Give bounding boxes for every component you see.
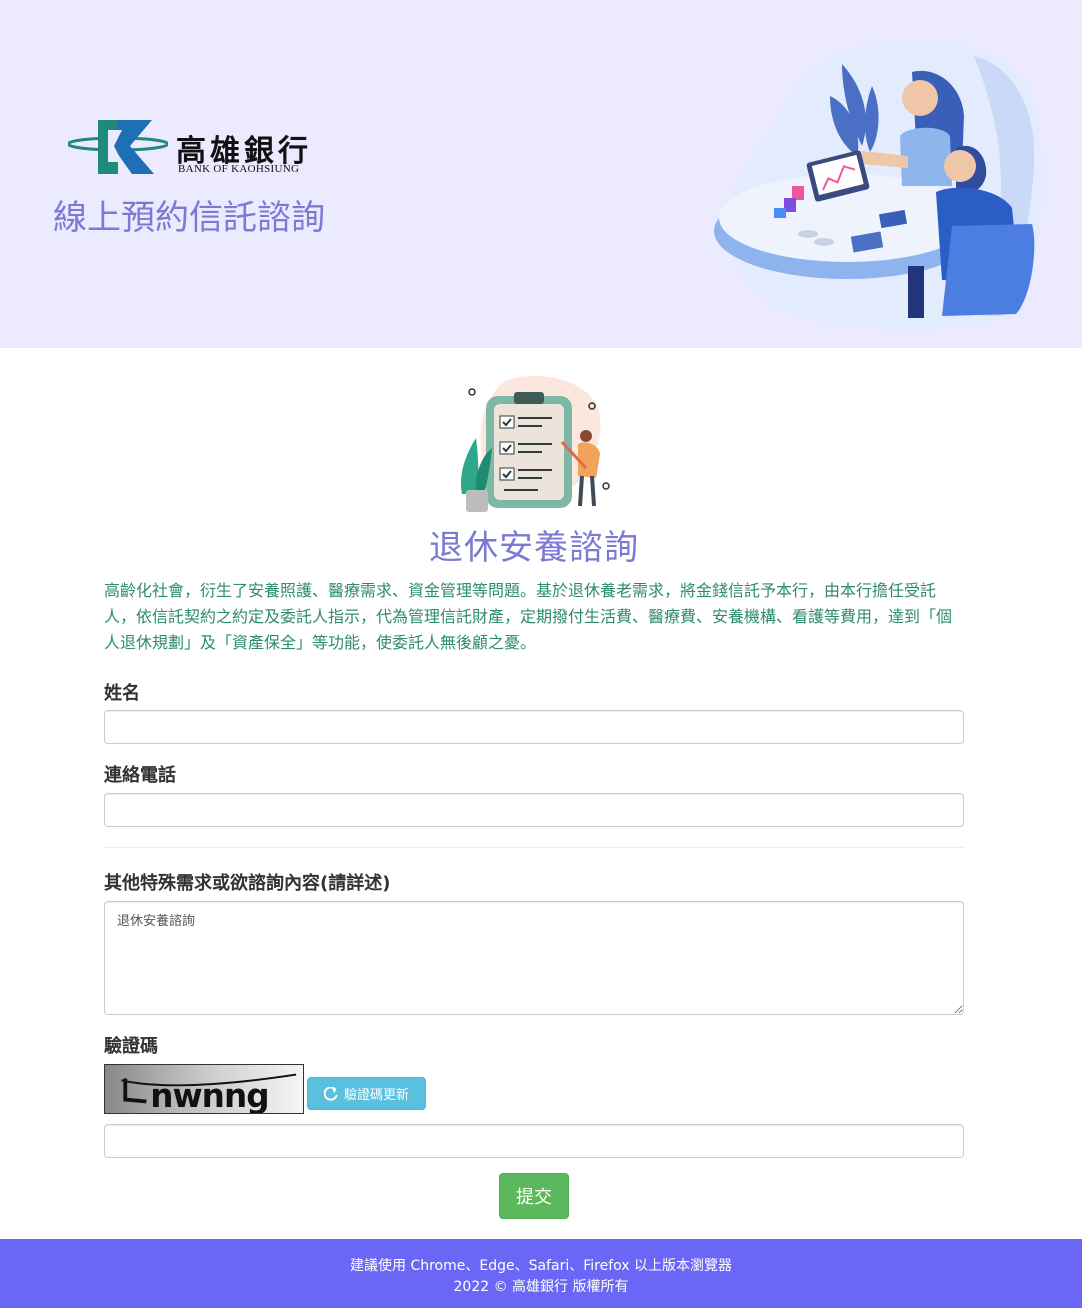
consulting-illustration (714, 39, 1043, 330)
phone-label: 連絡電話 (104, 765, 176, 786)
divider (104, 847, 964, 848)
copyright: 2022 © 高雄銀行 版權所有 (453, 1279, 629, 1295)
bank-logo[interactable]: 高雄銀行 BANK OF KAOHSIUNG (68, 116, 328, 180)
name-input[interactable] (104, 710, 964, 744)
bank-logo-icon (68, 120, 168, 174)
captcha-input[interactable] (104, 1124, 964, 1158)
submit-button[interactable]: 提交 (499, 1173, 569, 1219)
intro-text: 高齡化社會，衍生了安養照護、醫療需求、資金管理等問題。基於退休養老需求，將金錢信… (104, 581, 953, 652)
captcha-text: nwnng (150, 1077, 268, 1114)
checklist-illustration (460, 375, 610, 512)
footer: 建議使用 Chrome、Edge、Safari、Firefox 以上版本瀏覽器 … (0, 1239, 1082, 1308)
captcha-label: 驗證碼 (104, 1036, 158, 1057)
refresh-icon (323, 1086, 338, 1101)
phone-input[interactable] (104, 793, 964, 827)
notes-textarea[interactable]: 退休安養諮詢 (104, 901, 964, 1015)
captcha-image: nwnng (104, 1064, 304, 1114)
notes-label: 其他特殊需求或欲諮詢內容(請詳述) (104, 873, 391, 894)
captcha-refresh-label: 驗證碼更新 (343, 1088, 409, 1103)
bank-name-en: BANK OF KAOHSIUNG (178, 163, 300, 175)
name-label: 姓名 (104, 683, 140, 704)
page-title: 退休安養諮詢 (429, 528, 639, 568)
header-banner: 高雄銀行 BANK OF KAOHSIUNG 線上預約信託諮詢 (0, 0, 1082, 348)
browser-note: 建議使用 Chrome、Edge、Safari、Firefox 以上版本瀏覽器 (350, 1258, 732, 1274)
site-title: 線上預約信託諮詢 (53, 198, 325, 238)
captcha-refresh-button[interactable]: 驗證碼更新 (307, 1077, 426, 1110)
